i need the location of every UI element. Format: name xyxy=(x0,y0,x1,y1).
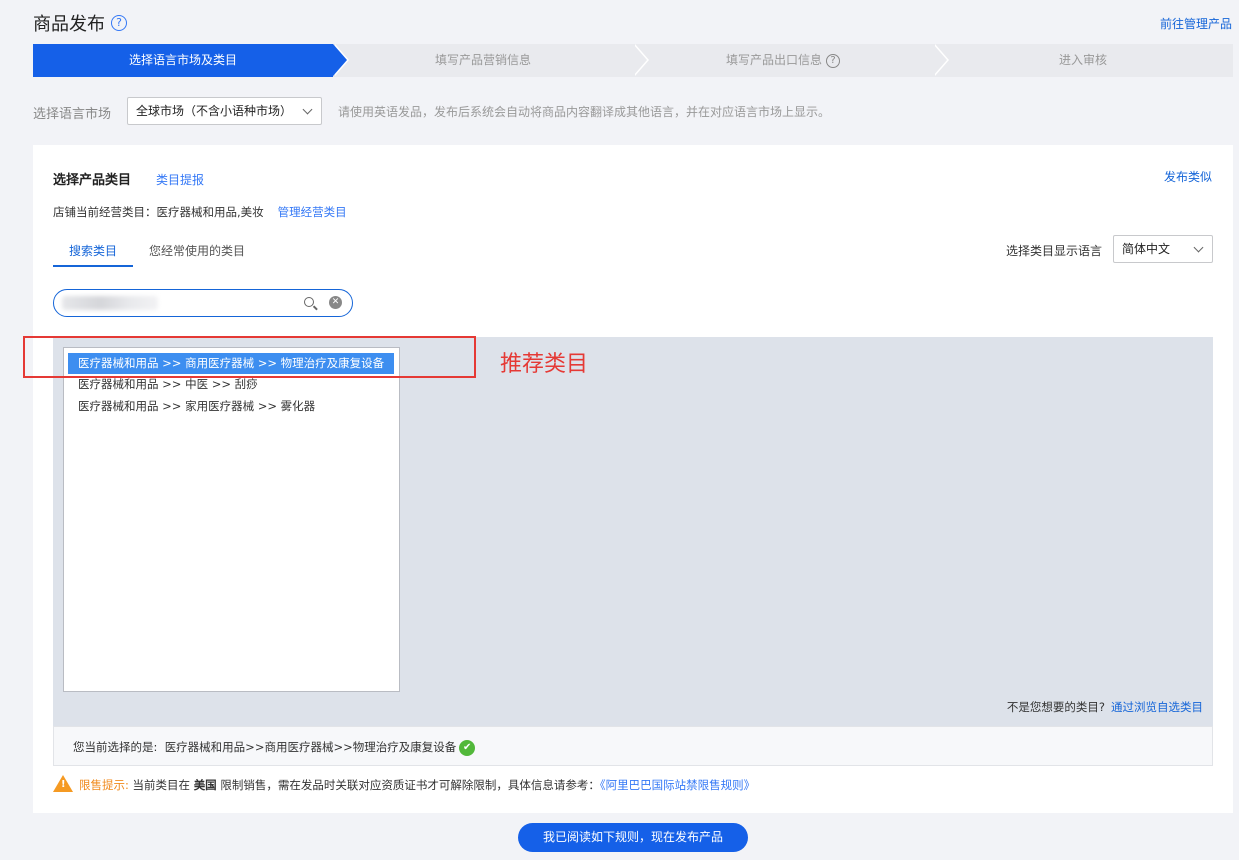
chevron-down-icon xyxy=(1193,242,1204,253)
market-label: 选择语言市场 xyxy=(33,107,112,122)
page-title: 商品发布? xyxy=(33,10,127,36)
not-wanted-text: 不是您想要的类目? xyxy=(1006,700,1105,714)
lang-select[interactable]: 简体中文 xyxy=(1113,235,1213,263)
store-categories: 店铺当前经营类目：医疗器械和用品,美妆 管理经营类目 xyxy=(53,204,347,220)
step-label: 进入审核 xyxy=(1058,53,1107,67)
submit-button[interactable]: 我已阅读如下规则，现在发布产品 xyxy=(518,823,748,852)
section-title: 选择产品类目 xyxy=(53,173,132,188)
annotation-label: 推荐类目 xyxy=(500,352,589,377)
category-report-link[interactable]: 类目提报 xyxy=(156,171,204,188)
annotation-box xyxy=(23,336,476,378)
tab-underline xyxy=(53,265,133,267)
store-categories-text: 店铺当前经营类目：医疗器械和用品,美妆 xyxy=(53,205,264,219)
question-circle-icon[interactable]: ? xyxy=(111,15,127,31)
warning-text1: 当前类目在 xyxy=(132,778,191,792)
not-wanted-row: 不是您想要的类目? 通过浏览自选类目 xyxy=(1007,699,1203,715)
step-4: 进入审核 xyxy=(933,44,1233,77)
list-item[interactable]: 医疗器械和用品 >> 家用医疗器械 >> 雾化器 xyxy=(68,396,325,417)
step-label: 选择语言市场及类目 xyxy=(128,53,237,67)
step-3: 填写产品出口信息? xyxy=(633,44,949,77)
restriction-warning: ! 限售提示: 当前类目在 美国 限制销售，需在发品时关联对应资质证书才可解除限制… xyxy=(53,775,755,794)
step-2: 填写产品营销信息 xyxy=(333,44,649,77)
manage-products-link[interactable]: 前往管理产品 xyxy=(1160,15,1232,32)
category-search-input[interactable]: ✕ xyxy=(53,289,353,317)
search-icon[interactable] xyxy=(304,297,314,307)
current-selection: 您当前选择的是: 医疗器械和用品>>商用医疗器械>>物理治疗及康复设备 ✔ xyxy=(73,739,476,756)
warning-label: 限售提示: xyxy=(79,778,129,792)
warning-text2: 限制销售，需在发品时关联对应资质证书才可解除限制，具体信息请参考： xyxy=(220,778,600,792)
warning-icon: ! xyxy=(53,775,73,792)
clear-icon[interactable]: ✕ xyxy=(329,296,342,309)
lang-label: 选择类目显示语言 xyxy=(1006,244,1103,258)
progress-steps: 选择语言市场及类目 填写产品营销信息 填写产品出口信息? 进入审核 xyxy=(33,44,1233,77)
chevron-down-icon xyxy=(302,104,313,115)
market-select[interactable]: 全球市场（不含小语种市场） xyxy=(127,97,322,125)
browse-categories-link[interactable]: 通过浏览自选类目 xyxy=(1111,700,1203,714)
blurred-query xyxy=(62,296,158,310)
step-label: 填写产品营销信息 xyxy=(434,53,531,67)
step-1: 选择语言市场及类目 xyxy=(33,44,349,77)
result-list: 医疗器械和用品 >> 商用医疗器械 >> 物理治疗及康复设备 医疗器械和用品 >… xyxy=(63,347,400,692)
market-tip: 请使用英语发品，发布后系统会自动将商品内容翻译成其他语言，并在对应语言市场上显示… xyxy=(338,105,831,119)
publish-similar-link[interactable]: 发布类似 xyxy=(1164,168,1212,185)
market-select-value: 全球市场（不含小语种市场） xyxy=(136,104,293,118)
lang-select-value: 简体中文 xyxy=(1122,242,1171,256)
tab-search-category[interactable]: 搜索类目 xyxy=(69,242,117,259)
step-label: 填写产品出口信息 xyxy=(725,53,822,67)
rules-link[interactable]: 《阿里巴巴国际站禁限售规则》 xyxy=(600,778,755,792)
tab-frequent-categories[interactable]: 您经常使用的类目 xyxy=(149,242,245,259)
page-title-text: 商品发布 xyxy=(33,14,105,35)
warning-country: 美国 xyxy=(193,778,217,792)
question-circle-icon[interactable]: ? xyxy=(826,53,840,68)
current-label: 您当前选择的是: xyxy=(73,740,158,754)
current-value: 医疗器械和用品>>商用医疗器械>>物理治疗及康复设备 xyxy=(164,740,457,754)
manage-categories-link[interactable]: 管理经营类目 xyxy=(278,205,347,219)
check-circle-icon: ✔ xyxy=(459,739,476,756)
